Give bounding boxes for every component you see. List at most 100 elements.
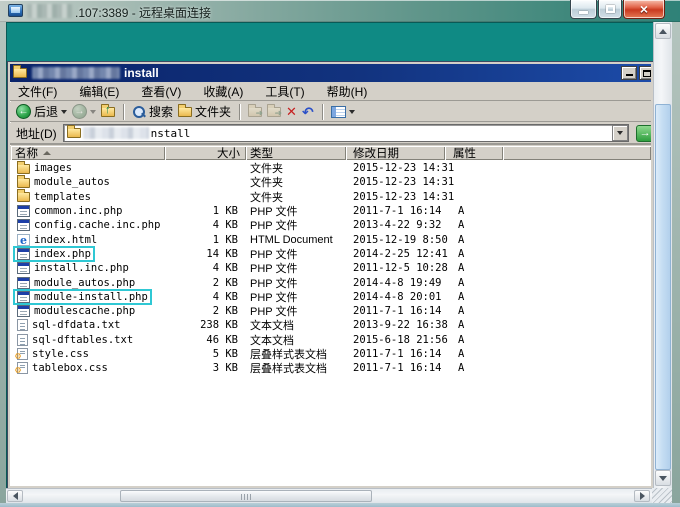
menu-item[interactable]: 工具(T) <box>265 83 304 100</box>
back-label: 后退 <box>34 103 58 120</box>
scroll-left-button[interactable] <box>7 490 23 502</box>
explorer-minimize-button[interactable] <box>621 66 637 80</box>
delete-button[interactable]: ✕ <box>286 105 297 118</box>
table-row[interactable]: module-install.php4 KBPHP 文件2014-4-8 20:… <box>11 290 651 304</box>
arrow-down-icon <box>659 476 667 481</box>
go-button[interactable]: → <box>636 125 653 142</box>
file-name: index.php <box>34 248 91 260</box>
file-size: 1 KB <box>165 234 246 246</box>
up-folder-icon: ↑ <box>101 107 115 117</box>
column-header-size[interactable]: 大小 <box>165 146 246 160</box>
minimize-icon <box>579 11 588 14</box>
forward-button[interactable]: → <box>72 104 96 119</box>
horizontal-scrollbar[interactable] <box>6 488 652 503</box>
censored-ip <box>27 4 72 18</box>
toolbar-separator <box>322 104 323 120</box>
address-input[interactable]: nstall <box>63 124 629 142</box>
back-dropdown-icon[interactable] <box>61 110 67 114</box>
menu-bar: 文件(F) 编辑(E) 查看(V) 收藏(A) 工具(T) 帮助(H) <box>10 83 651 101</box>
up-button[interactable]: ↑ <box>101 107 115 117</box>
horizontal-scrollbar-thumb[interactable] <box>120 490 372 502</box>
file-modified: 2014-2-25 12:41 <box>346 248 445 260</box>
table-row[interactable]: sql-dftables.txt46 KB文本文档2015-6-18 21:56… <box>11 333 651 347</box>
file-type: HTML Document <box>246 234 346 246</box>
table-row[interactable]: config.cache.inc.php4 KBPHP 文件2013-4-22 … <box>11 218 651 232</box>
table-row[interactable]: index.php14 KBPHP 文件2014-2-25 12:41A <box>11 247 651 261</box>
menu-item[interactable]: 编辑(E) <box>79 83 119 100</box>
txt-file-icon <box>17 319 28 331</box>
arrow-left-icon <box>13 492 18 500</box>
back-button[interactable]: ← 后退 <box>16 103 67 120</box>
table-row[interactable]: common.inc.php1 KBPHP 文件2011-7-1 16:14A <box>11 204 651 218</box>
folders-label: 文件夹 <box>195 103 231 120</box>
file-attributes: A <box>445 219 503 231</box>
rdp-border-right <box>672 22 680 503</box>
toolbar-separator <box>123 104 124 120</box>
explorer-maximize-button[interactable] <box>639 66 653 80</box>
maximize-button[interactable] <box>598 0 622 19</box>
maximize-icon <box>643 70 651 77</box>
file-modified: 2014-4-8 19:49 <box>346 277 445 289</box>
scroll-down-button[interactable] <box>655 470 671 486</box>
copy-to-button[interactable]: ➜ <box>267 107 281 117</box>
search-button[interactable]: 搜索 <box>132 103 173 120</box>
column-header-modified[interactable]: 修改日期 <box>346 146 445 160</box>
close-button[interactable]: × <box>623 0 665 19</box>
close-icon: × <box>640 2 648 16</box>
toolbar-separator <box>239 104 240 120</box>
menu-item[interactable]: 收藏(A) <box>203 83 243 100</box>
open-folder-icon <box>67 128 81 138</box>
file-name-wrap: tablebox.css <box>13 360 112 376</box>
table-row[interactable]: install.inc.php4 KBPHP 文件2011-12-5 10:28… <box>11 261 651 275</box>
table-row[interactable]: index.html1 KBHTML Document2015-12-19 8:… <box>11 232 651 246</box>
table-row[interactable]: templates文件夹2015-12-23 14:31 <box>11 190 651 204</box>
explorer-window: install 文件(F) 编辑(E) 查看(V) 收藏(A) 工具(T) 帮助(H) ←… <box>8 62 653 488</box>
table-row[interactable]: module_autos文件夹2015-12-23 14:31 <box>11 175 651 189</box>
file-size: 2 KB <box>165 305 246 317</box>
file-name: index.html <box>34 234 97 246</box>
arrow-up-icon <box>659 29 667 34</box>
file-name-cell[interactable]: tablebox.css <box>11 360 165 376</box>
file-attributes: A <box>445 305 503 317</box>
php-file-icon <box>17 291 30 303</box>
go-arrow-icon: → <box>640 127 651 139</box>
table-row[interactable]: modulescache.php2 KBPHP 文件2011-7-1 16:14… <box>11 304 651 318</box>
file-attributes: A <box>445 291 503 303</box>
column-header-attributes[interactable]: 属性 <box>445 146 503 160</box>
scroll-right-button[interactable] <box>634 490 650 502</box>
css-file-icon <box>17 348 28 360</box>
file-attributes: A <box>445 348 503 360</box>
menu-item[interactable]: 帮助(H) <box>327 83 368 100</box>
vertical-scrollbar-thumb[interactable] <box>655 104 671 470</box>
file-name: modulescache.php <box>34 305 135 317</box>
file-name: module_autos <box>34 176 110 188</box>
folders-button[interactable]: 文件夹 <box>178 103 231 120</box>
column-header-name[interactable]: 名称 <box>11 146 165 160</box>
minimize-button[interactable] <box>570 0 597 19</box>
address-dropdown-button[interactable] <box>612 125 628 141</box>
folders-icon <box>178 107 192 117</box>
rdp-titlebar[interactable]: .107:3389 - 远程桌面连接 × <box>0 0 680 22</box>
table-row[interactable]: sql-dfdata.txt238 KB文本文档2013-9-22 16:38A <box>11 318 651 332</box>
scroll-up-button[interactable] <box>655 23 671 39</box>
address-label: 地址(D) <box>16 125 57 142</box>
file-modified: 2011-7-1 16:14 <box>346 205 445 217</box>
column-header-type[interactable]: 类型 <box>246 146 346 160</box>
table-row[interactable]: tablebox.css3 KB层叠样式表文档2011-7-1 16:14A <box>11 361 651 375</box>
file-type: PHP 文件 <box>246 217 346 233</box>
menu-item[interactable]: 查看(V) <box>141 83 181 100</box>
file-type: 层叠样式表文档 <box>246 360 346 376</box>
maximize-icon <box>606 5 615 13</box>
undo-button[interactable]: ↶ <box>302 105 314 119</box>
resize-grip[interactable] <box>652 488 672 503</box>
table-row[interactable]: module_autos.php2 KBPHP 文件2014-4-8 19:49… <box>11 275 651 289</box>
views-button[interactable] <box>331 106 355 118</box>
explorer-titlebar[interactable]: install <box>10 64 651 82</box>
rdp-border-bottom <box>0 503 680 507</box>
php-file-icon <box>17 305 30 317</box>
table-row[interactable]: style.css5 KB层叠样式表文档2011-7-1 16:14A <box>11 347 651 361</box>
table-row[interactable]: images文件夹2015-12-23 14:31 <box>11 161 651 175</box>
menu-item[interactable]: 文件(F) <box>18 83 57 100</box>
move-to-button[interactable]: ➜ <box>248 107 262 117</box>
vertical-scrollbar[interactable] <box>653 22 672 488</box>
